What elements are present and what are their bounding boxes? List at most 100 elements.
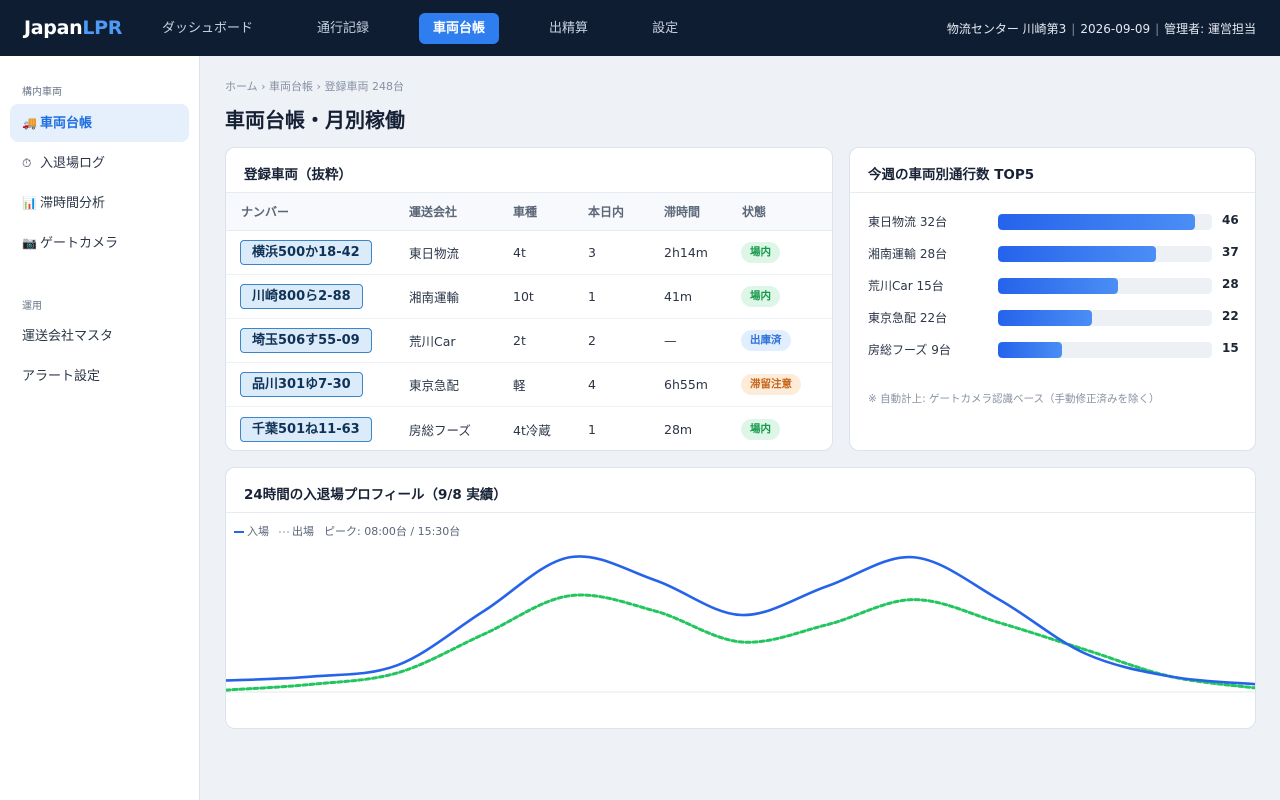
rank-bar [998,246,1157,262]
rank-bar [998,310,1093,326]
dwell-cell: 2h14m [664,245,708,260]
plate-number[interactable]: 川崎800ら2-88 [240,284,363,309]
today-cell: 1 [588,289,596,304]
dwell-cell: — [664,333,677,348]
company-cell: 房総フーズ [409,422,471,438]
nav-traffic-log[interactable]: 通行記録 [303,13,383,44]
today-cell: 3 [588,245,596,260]
nav-settlement[interactable]: 出精算 [535,13,602,44]
rank-label: 湘南運輸 28台 [868,247,948,261]
nav-dashboard[interactable]: ダッシュボード [148,13,267,44]
rank-value: 15 [1222,341,1239,355]
rank-footnote: ※ 自動計上: ゲートカメラ認識ベース（手動修正済みを除く） [868,393,1160,405]
rank-value: 37 [1222,245,1239,259]
company-cell: 湘南運輸 [409,290,460,305]
plate-number[interactable]: 埼玉506す55-09 [240,328,372,353]
rank-bar-track [998,342,1212,358]
rank-bar-track [998,310,1212,326]
column-header-company[interactable]: 運送会社 [409,193,457,230]
current-date: 2026-09-09 [1080,22,1151,36]
plate-number[interactable]: 品川301ゆ7-30 [240,372,363,397]
rank-label: 荒川Car 15台 [868,279,944,293]
table-row[interactable]: 千葉501ね11-63 房総フーズ 4t冷蔵 1 28m 場内 [226,407,832,450]
rank-label: 東日物流 32台 [868,215,948,229]
rank-value: 46 [1222,213,1239,227]
profile-card-title: 24時間の入退場プロフィール（9/8 実績） [244,487,507,503]
timer-icon: ⏱ [22,156,32,170]
profile-chart [226,555,1255,693]
site-name: 物流センター 川崎第3 [946,22,1067,36]
table-row[interactable]: 川崎800ら2-88 湘南運輸 10t 1 41m 場内 [226,275,832,319]
camera-icon: 📷 [22,236,37,250]
column-header-plate[interactable]: ナンバー [241,193,289,230]
rank-bar [998,278,1118,294]
vehicles-card: 登録車両（抜粋） ナンバー 運送会社 車種 本日内 滞時間 状態 横浜500か1… [225,147,833,451]
type-cell: 10t [513,289,534,304]
status-badge: 出庫済 [741,330,791,351]
separator: | [1071,22,1076,36]
user-label[interactable]: 管理者: 運営担当 [1164,22,1256,36]
vehicles-table: ナンバー 運送会社 車種 本日内 滞時間 状態 横浜500か18-42 東日物流… [226,193,832,450]
table-header: ナンバー 運送会社 車種 本日内 滞時間 状態 [226,193,832,231]
plate-number[interactable]: 横浜500か18-42 [240,240,372,265]
rank-row[interactable]: 東京急配 22台 22 [868,307,1239,327]
sidebar-item-dwell-analysis[interactable]: 📊 滞時間分析 [10,184,189,222]
sidebar-item-label: ゲートカメラ [40,236,119,251]
sidebar-item-alert-settings[interactable]: アラート設定 [10,358,189,396]
rank-row[interactable]: 荒川Car 15台 28 [868,275,1239,295]
rank-row[interactable]: 房総フーズ 9台 15 [868,339,1239,359]
table-row[interactable]: 埼玉506す55-09 荒川Car 2t 2 — 出庫済 [226,319,832,363]
rank-bar [998,214,1195,230]
vehicles-card-title: 登録車両（抜粋） [244,167,352,183]
type-cell: 軽 [513,378,526,393]
plate-number[interactable]: 千葉501ね11-63 [240,416,372,442]
company-cell: 荒川Car [409,334,456,349]
sidebar-item-gate-camera[interactable]: 📷 ゲートカメラ [10,224,189,262]
profile-card: 24時間の入退場プロフィール（9/8 実績） 入場 出場 ピーク: 08:00台 /… [225,467,1256,729]
status-badge: 滞留注意 [741,374,801,395]
rank-row[interactable]: 湘南運輸 28台 37 [868,243,1239,263]
rank-bar [998,342,1063,358]
bar-chart-icon: 📊 [22,196,37,210]
nav-vehicle-registry[interactable]: 車両台帳 [419,13,500,44]
today-cell: 4 [588,377,596,392]
sidebar: 構内車両 🚚 車両台帳 ⏱ 入退場ログ 📊 滞時間分析 📷 ゲートカメラ 運用 運送会社… [0,56,200,800]
today-cell: 1 [588,421,596,437]
brand-accent: LPR [82,17,123,39]
today-cell: 2 [588,333,596,348]
nav-settings[interactable]: 設定 [638,13,692,44]
top5-card: 今週の車両別通行数 TOP5 東日物流 32台 46 湘南運輸 28台 37 荒… [849,147,1256,451]
dwell-cell: 28m [664,421,693,437]
sidebar-section-operations: 運用 [22,301,42,312]
page-title: 車両台帳・月別稼働 [225,108,405,132]
breadcrumb: ホーム › 車両台帳 › 登録車両 248台 [225,80,404,93]
column-header-dwell[interactable]: 滞時間 [664,193,700,230]
series-line-entry [226,555,1255,686]
column-header-today[interactable]: 本日内 [588,193,624,230]
legend-in: 入場 [247,525,269,538]
session-info: 物流センター 川崎第3 | 2026-09-09 | 管理者: 運営担当 [947,20,1256,37]
sidebar-item-entry-log[interactable]: ⏱ 入退場ログ [10,144,189,182]
dwell-cell: 41m [664,289,693,304]
column-header-type[interactable]: 車種 [513,193,537,230]
rank-label: 東京急配 22台 [868,311,948,325]
rank-row[interactable]: 東日物流 32台 46 [868,211,1239,231]
status-badge: 場内 [741,418,780,440]
sidebar-item-vehicle-registry[interactable]: 🚚 車両台帳 [10,104,189,142]
legend-swatch-out [279,531,289,533]
divider [850,192,1255,193]
app-logo[interactable]: JapanLPR [24,17,122,39]
main-nav: ダッシュボード 通行記録 車両台帳 出精算 設定 [148,13,728,44]
status-badge: 場内 [741,242,780,263]
rank-bar-track [998,214,1212,230]
column-header-status[interactable]: 状態 [742,193,766,230]
sidebar-item-carrier-master[interactable]: 運送会社マスタ [10,318,189,356]
table-row[interactable]: 品川301ゆ7-30 東京急配 軽 4 6h55m 滞留注意 [226,363,832,407]
rank-value: 28 [1222,277,1239,291]
chart-legend: 入場 出場 ピーク: 08:00台 / 15:30台 [234,523,460,539]
legend-peak: ピーク: 08:00台 / 15:30台 [324,525,461,538]
type-cell: 4t [513,245,526,260]
table-row[interactable]: 横浜500か18-42 東日物流 4t 3 2h14m 場内 [226,231,832,275]
rank-label: 房総フーズ 9台 [868,343,951,357]
company-cell: 東京急配 [409,378,460,393]
